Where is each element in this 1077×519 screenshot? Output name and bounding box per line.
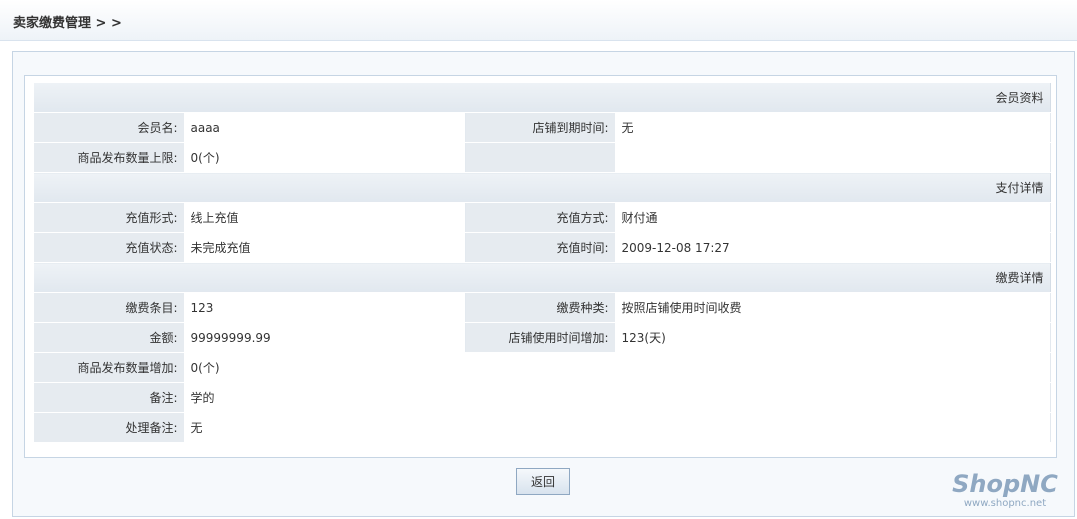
section-row-fee: 缴费详情	[34, 262, 1051, 293]
table-row: 缴费条目: 123 缴费种类: 按照店铺使用时间收费	[34, 292, 1051, 323]
table-row: 会员名: aaaa 店铺到期时间: 无	[34, 112, 1051, 143]
section-title-payment: 支付详情	[34, 172, 1051, 203]
section-title-fee: 缴费详情	[34, 262, 1051, 293]
fee-item-value: 123	[184, 292, 466, 323]
goods-increase-value: 0(个)	[184, 352, 1051, 383]
table-row: 商品发布数量增加: 0(个)	[34, 352, 1051, 383]
section-title-member: 会员资料	[34, 83, 1051, 113]
logo-text: ShopNC	[952, 470, 1058, 498]
breadcrumb: 卖家缴费管理 > >	[13, 16, 122, 31]
table-row: 处理备注: 无	[34, 412, 1051, 443]
shop-expire-label: 店铺到期时间:	[465, 112, 616, 143]
table-row: 充值状态: 未完成充值 充值时间: 2009-12-08 17:27	[34, 232, 1051, 263]
goods-limit-label: 商品发布数量上限:	[34, 142, 185, 173]
recharge-time-value: 2009-12-08 17:27	[615, 232, 1051, 263]
empty-value-cell	[615, 142, 1051, 173]
handle-remark-value: 无	[184, 412, 1051, 443]
recharge-method-label: 充值方式:	[465, 202, 616, 233]
remark-value: 学的	[184, 382, 1051, 413]
shop-time-label: 店铺使用时间增加:	[465, 322, 616, 353]
section-row-payment: 支付详情	[34, 172, 1051, 203]
goods-increase-label: 商品发布数量增加:	[34, 352, 185, 383]
recharge-form-label: 充值形式:	[34, 202, 185, 233]
table-row: 商品发布数量上限: 0(个)	[34, 142, 1051, 173]
recharge-status-label: 充值状态:	[34, 232, 185, 263]
table-row: 备注: 学的	[34, 382, 1051, 413]
recharge-status-value: 未完成充值	[184, 232, 466, 263]
page-header: 卖家缴费管理 > >	[0, 0, 1077, 41]
amount-label: 金额:	[34, 322, 185, 353]
table-row: 充值形式: 线上充值 充值方式: 财付通	[34, 202, 1051, 233]
empty-label-cell	[465, 142, 616, 173]
logo-url: www.shopnc.net	[963, 498, 1047, 509]
table-row: 金额: 99999999.99 店铺使用时间增加: 123(天)	[34, 322, 1051, 353]
shopnc-logo: ShopNC www.shopnc.net	[940, 470, 1070, 514]
fee-item-label: 缴费条目:	[34, 292, 185, 323]
shop-expire-value: 无	[615, 112, 1051, 143]
recharge-method-value: 财付通	[615, 202, 1051, 233]
handle-remark-label: 处理备注:	[34, 412, 185, 443]
member-name-value: aaaa	[184, 112, 466, 143]
back-button[interactable]: 返回	[516, 468, 570, 495]
remark-label: 备注:	[34, 382, 185, 413]
goods-limit-value: 0(个)	[184, 142, 466, 173]
section-row-member: 会员资料	[34, 83, 1051, 113]
fee-type-label: 缴费种类:	[465, 292, 616, 323]
shop-time-value: 123(天)	[615, 322, 1051, 353]
recharge-time-label: 充值时间:	[465, 232, 616, 263]
page: 卖家缴费管理 > > 会员资料 会员名: aaaa 店铺到期时间: 无 商品发布…	[0, 0, 1077, 519]
member-name-label: 会员名:	[34, 112, 185, 143]
amount-value: 99999999.99	[184, 322, 466, 353]
recharge-form-value: 线上充值	[184, 202, 466, 233]
fee-detail-table: 会员资料 会员名: aaaa 店铺到期时间: 无 商品发布数量上限: 0(个) …	[34, 83, 1051, 443]
fee-type-value: 按照店铺使用时间收费	[615, 292, 1051, 323]
